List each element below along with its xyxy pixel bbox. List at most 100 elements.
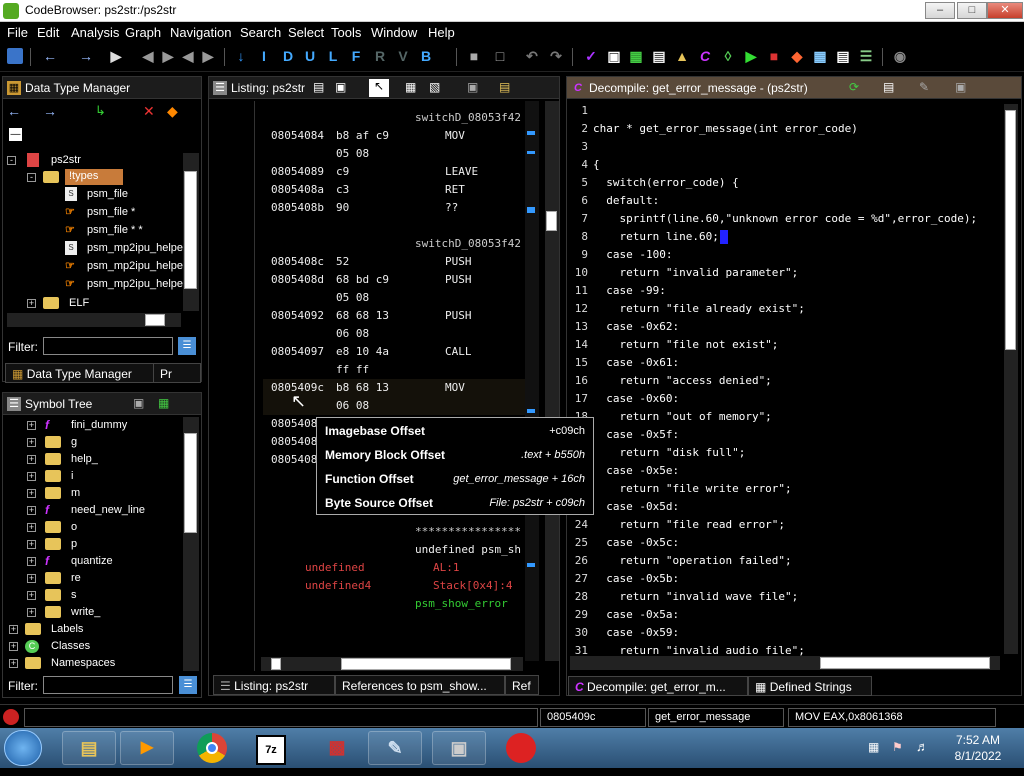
code-line[interactable]: case -0x60:: [593, 392, 679, 405]
code-line[interactable]: case -100:: [593, 248, 672, 261]
b-icon[interactable]: B: [418, 48, 434, 64]
vertical-scrollbar[interactable]: [545, 101, 559, 661]
table-icon[interactable]: ▤: [651, 48, 667, 64]
tab-decompile[interactable]: C Decompile: get_error_m...: [568, 676, 748, 696]
layout-icon[interactable]: ▦: [405, 80, 416, 94]
menu-window[interactable]: Window: [371, 25, 417, 40]
menu-icon[interactable]: —: [9, 128, 22, 141]
filter-input[interactable]: [43, 337, 173, 355]
tab-program-trees[interactable]: Pr: [153, 363, 201, 383]
bookmark-icon[interactable]: ■: [466, 48, 482, 64]
bytes-icon[interactable]: ▦: [812, 48, 828, 64]
nav-func-icon[interactable]: ▶: [200, 48, 216, 64]
start-button[interactable]: [4, 730, 42, 766]
code-line[interactable]: sprintf(line.60,"unknown error code = %d…: [593, 212, 977, 225]
symbol-icon[interactable]: ☰: [858, 48, 874, 64]
close-button[interactable]: ✕: [987, 2, 1023, 19]
code-line[interactable]: return "file not exist";: [593, 338, 778, 351]
code-line[interactable]: case -0x59:: [593, 626, 679, 639]
cursor-icon[interactable]: ↖: [369, 79, 389, 97]
snapshot-icon[interactable]: ▣: [467, 80, 478, 94]
i-icon[interactable]: I: [256, 48, 272, 64]
7zip-taskbar-icon[interactable]: 7z: [244, 731, 298, 765]
clock[interactable]: 7:52 AM 8/1/2022: [946, 732, 1010, 764]
back-arrow-icon[interactable]: ←: [7, 103, 21, 119]
cursor-icon[interactable]: ◉: [892, 48, 908, 64]
volume-tray-icon[interactable]: ♬: [916, 739, 929, 754]
menu-navigation[interactable]: Navigation: [170, 25, 231, 40]
check-icon[interactable]: ✓: [583, 48, 599, 64]
r-icon[interactable]: R: [372, 48, 388, 64]
code-line-selected[interactable]: return line.60;: [593, 230, 718, 243]
listing-row[interactable]: 0805408a: [271, 183, 324, 196]
tab-listing[interactable]: ☰ Listing: ps2str: [213, 675, 335, 695]
code-line[interactable]: return "operation failed";: [593, 554, 791, 567]
menu-tools[interactable]: Tools: [331, 25, 361, 40]
listing-row[interactable]: 0805408: [271, 453, 317, 466]
edit-icon[interactable]: ✎: [919, 80, 929, 94]
copy-icon[interactable]: ▤: [313, 80, 324, 94]
snapshot-icon[interactable]: ▣: [955, 80, 966, 94]
view-icon[interactable]: ▤: [499, 80, 510, 94]
nav-recent-icon[interactable]: ▶: [160, 48, 176, 64]
code-line[interactable]: case -0x5c:: [593, 536, 679, 549]
u-icon[interactable]: U: [302, 48, 318, 64]
code-line[interactable]: char * get_error_message(int error_code): [593, 122, 858, 135]
expand-tree-icon[interactable]: ↳: [95, 103, 106, 119]
copy-icon[interactable]: ▤: [883, 80, 894, 94]
menu-help[interactable]: Help: [428, 25, 455, 40]
vertical-scrollbar[interactable]: [1004, 104, 1018, 654]
listing-row[interactable]: 0805408: [271, 435, 317, 448]
code-line[interactable]: return "file write error";: [593, 482, 791, 495]
code-line[interactable]: case -99:: [593, 284, 666, 297]
folder-icon[interactable]: ▲: [674, 48, 690, 64]
vertical-scrollbar[interactable]: [183, 153, 199, 311]
code-line[interactable]: {: [593, 158, 600, 171]
function-label[interactable]: psm_show_error: [415, 597, 508, 610]
ghidra-taskbar-icon[interactable]: [494, 731, 548, 765]
archive-icon[interactable]: ◆: [167, 103, 178, 120]
listing-row[interactable]: 08054092: [271, 309, 324, 322]
function-graph-icon[interactable]: C: [697, 48, 713, 64]
code-line[interactable]: case -0x5a:: [593, 608, 679, 621]
code-line[interactable]: case -0x62:: [593, 320, 679, 333]
code-line[interactable]: case -0x5b:: [593, 572, 679, 585]
field-icon[interactable]: ▧: [429, 80, 440, 94]
decompile-icon[interactable]: ◆: [789, 48, 805, 64]
back-arrow-icon[interactable]: ←: [42, 48, 58, 64]
code-line[interactable]: switch(error_code) {: [593, 176, 738, 189]
horizontal-scrollbar[interactable]: [570, 656, 1000, 670]
filter-input[interactable]: [43, 676, 173, 694]
v-icon[interactable]: V: [395, 48, 411, 64]
code-line[interactable]: return "invalid wave file";: [593, 590, 798, 603]
menu-analysis[interactable]: Analysis: [71, 25, 119, 40]
menu-select[interactable]: Select: [288, 25, 324, 40]
horizontal-scrollbar[interactable]: [261, 657, 523, 671]
menu-edit[interactable]: Edit: [37, 25, 59, 40]
refresh-icon[interactable]: ⟳: [849, 80, 859, 94]
function-signature[interactable]: undefined psm_sh: [415, 543, 521, 556]
code-line[interactable]: default:: [593, 194, 659, 207]
tab-ref[interactable]: Ref: [505, 675, 539, 695]
listing-row[interactable]: 08054097: [271, 345, 324, 358]
ghidra-console-taskbar-icon[interactable]: ▣: [432, 731, 486, 765]
script-icon[interactable]: ▣: [606, 48, 622, 64]
forward-arrow-icon[interactable]: →: [78, 48, 94, 64]
tab-references[interactable]: References to psm_show...: [335, 675, 505, 695]
minimize-button[interactable]: –: [925, 2, 955, 19]
data-icon[interactable]: ▤: [835, 48, 851, 64]
menu-file[interactable]: File: [7, 25, 28, 40]
forward-arrow-icon[interactable]: →: [43, 103, 57, 119]
code-line[interactable]: return "invalid parameter";: [593, 266, 798, 279]
tab-data-type-manager[interactable]: ▦ Data Type Manager: [5, 363, 155, 383]
memory-icon[interactable]: ▦: [628, 48, 644, 64]
code-line[interactable]: return "file read error";: [593, 518, 785, 531]
code-line[interactable]: case -0x5f:: [593, 428, 679, 441]
code-line[interactable]: case -0x61:: [593, 356, 679, 369]
l-icon[interactable]: L: [325, 48, 341, 64]
filter-options-icon[interactable]: ☰: [178, 337, 196, 355]
d-icon[interactable]: D: [280, 48, 296, 64]
media-player-taskbar-icon[interactable]: ▶: [120, 731, 174, 765]
navigate-icon[interactable]: ▦: [158, 396, 169, 410]
listing-row[interactable]: 0805408d: [271, 273, 324, 286]
